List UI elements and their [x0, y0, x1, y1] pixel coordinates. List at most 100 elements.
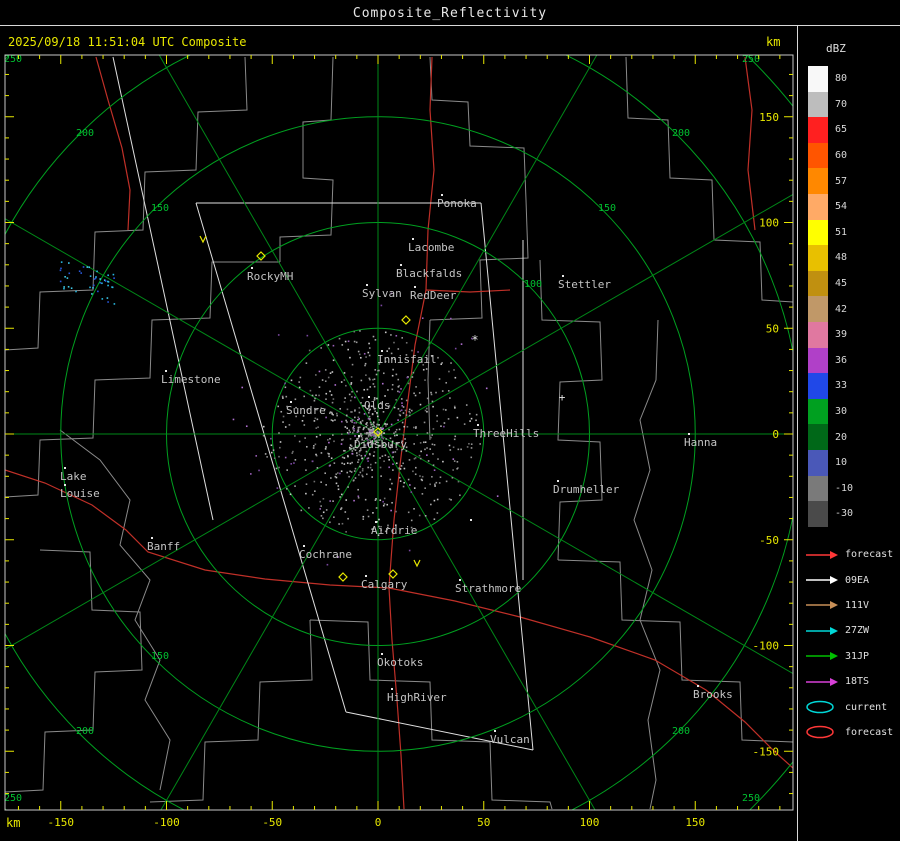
echo-pixel: [433, 499, 436, 502]
echo-pixel: [368, 415, 371, 418]
colorbar-value: 10: [835, 457, 848, 469]
echo-pixel: [421, 317, 424, 320]
echo-pixel: [436, 420, 438, 423]
echo-pixel: [255, 455, 258, 457]
echo-pixel: [380, 304, 383, 307]
echo-pixel: [460, 448, 462, 451]
echo-pixel: [418, 392, 421, 394]
echo-pixel: [354, 435, 356, 437]
echo-pixel: [335, 473, 338, 475]
echo-pixel: [333, 440, 335, 443]
echo-pixel: [294, 435, 296, 437]
echo-pixel-nw: [106, 297, 109, 299]
echo-pixel: [372, 383, 375, 385]
echo-pixel: [316, 418, 319, 421]
echo-pixel: [399, 414, 402, 417]
echo-pixel: [359, 330, 361, 332]
city-label: Calgary: [361, 578, 408, 591]
echo-pixel: [408, 549, 411, 552]
echo-pixel: [470, 443, 473, 445]
echo-pixel: [485, 387, 488, 390]
echo-pixel: [314, 490, 316, 492]
echo-pixel: [450, 317, 452, 320]
ring-distance-label: 150: [151, 203, 169, 214]
echo-pixel: [317, 426, 319, 429]
echo-pixel: [366, 422, 368, 424]
echo-pixel: [378, 518, 380, 521]
lightning-diamond-marker: [338, 572, 348, 582]
echo-pixel: [306, 334, 309, 337]
echo-pixel: [358, 418, 360, 420]
echo-pixel: [364, 432, 366, 435]
radial-line: [5, 433, 379, 650]
radial-line: [377, 55, 598, 435]
color-swatch: [808, 475, 828, 502]
echo-pixel: [301, 420, 304, 422]
echo-pixel: [332, 344, 335, 347]
echo-pixel: [408, 414, 411, 417]
echo-pixel: [376, 411, 378, 414]
echo-pixel: [426, 397, 429, 400]
echo-pixel: [372, 422, 375, 425]
echo-pixel: [395, 334, 398, 337]
echo-pixel: [418, 514, 421, 517]
city-label: Ponoka: [437, 197, 477, 210]
echo-pixel: [405, 341, 408, 344]
echo-pixel: [262, 434, 265, 437]
echo-pixel: [413, 487, 416, 489]
echo-pixel: [341, 462, 343, 465]
echo-pixel: [475, 419, 477, 422]
echo-pixel: [351, 395, 353, 398]
echo-pixel: [379, 466, 382, 469]
legend-row-27ZW: 27ZW: [804, 618, 893, 643]
echo-pixel: [447, 390, 450, 392]
echo-pixel: [308, 507, 310, 509]
echo-pixel: [329, 500, 331, 502]
echo-pixel: [350, 382, 353, 384]
echo-pixel: [399, 468, 402, 470]
echo-pixel: [353, 479, 355, 482]
echo-pixel: [357, 350, 360, 353]
echo-pixel: [398, 428, 401, 431]
city-marker: [557, 480, 559, 482]
echo-pixel: [273, 457, 276, 460]
echo-pixel: [360, 422, 362, 425]
echo-pixel: [334, 419, 336, 421]
axis-label-bottom: -150: [48, 816, 75, 829]
echo-pixel: [388, 428, 390, 431]
color-swatch: [808, 347, 828, 374]
echo-pixel: [329, 521, 331, 524]
echo-pixel: [311, 460, 314, 463]
echo-pixel: [339, 408, 342, 410]
echo-pixel: [330, 411, 333, 414]
echo-pixel: [351, 461, 353, 464]
city-marker: [365, 575, 367, 577]
echo-pixel: [404, 409, 407, 412]
city-label: RedDeer: [410, 289, 457, 302]
axis-label-right: 50: [766, 322, 779, 335]
echo-pixel: [409, 484, 411, 486]
echo-pixel: [361, 457, 363, 460]
echo-pixel: [424, 448, 426, 451]
echo-pixel: [275, 467, 278, 470]
ring-distance-label: 150: [151, 651, 169, 662]
echo-pixel: [388, 466, 390, 469]
echo-pixel: [311, 394, 314, 397]
echo-pixel: [402, 434, 405, 436]
county-boundary-line: [309, 619, 553, 810]
echo-pixel: [468, 442, 470, 445]
echo-pixel-nw: [82, 266, 85, 268]
echo-pixel: [419, 442, 422, 444]
axis-label-bottom: -50: [262, 816, 282, 829]
radial-line: [5, 218, 379, 435]
echo-pixel: [366, 509, 369, 511]
echo-pixel: [284, 456, 287, 459]
echo-pixel: [332, 359, 335, 362]
echo-pixel: [454, 407, 456, 409]
echo-pixel: [454, 435, 457, 438]
echo-pixel: [357, 488, 359, 491]
echo-pixel: [319, 508, 322, 510]
echo-pixel: [344, 340, 347, 343]
echo-pixel: [335, 412, 338, 415]
echo-pixel-nw: [89, 275, 92, 277]
